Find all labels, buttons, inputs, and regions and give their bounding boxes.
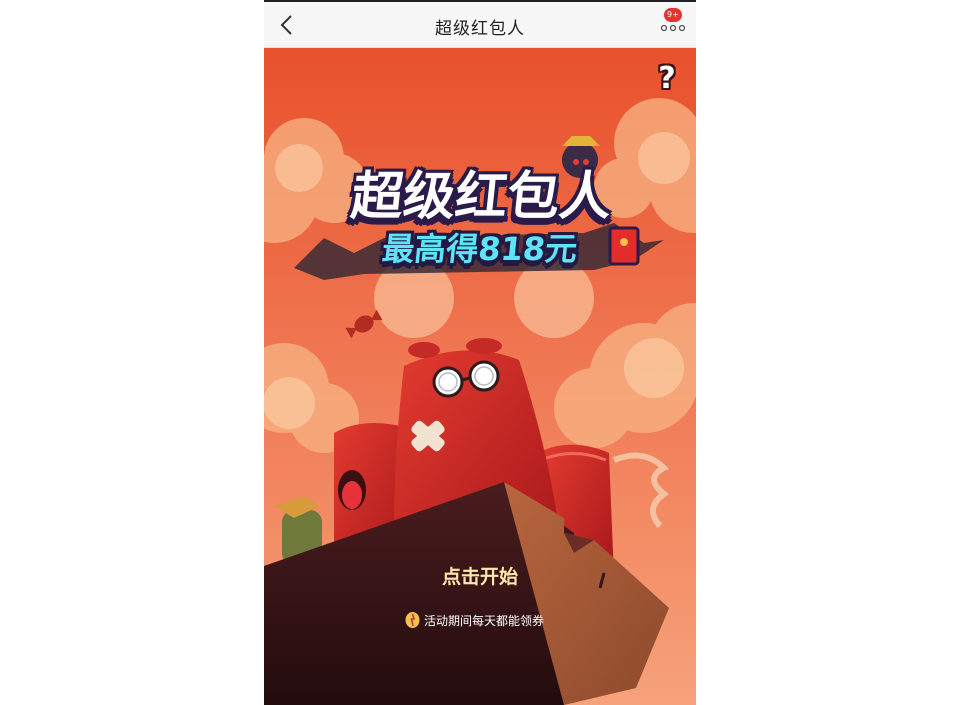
start-button[interactable]: 点击开始 (410, 560, 550, 594)
coupon-icon (405, 612, 420, 628)
notice-text: 活动期间每天都能领券 (424, 613, 545, 628)
game-background-art (264, 48, 696, 705)
nav-bar: 超级红包人 9+ (264, 2, 696, 48)
notification-badge: 9+ (664, 8, 682, 22)
game-logo-subtitle: 最高得818元 (380, 230, 580, 268)
activity-notice: 活动期间每天都能领券 (404, 610, 544, 630)
help-button[interactable]: ? (652, 62, 682, 96)
game-logo-title: 超级红包人 (348, 167, 615, 227)
game-start-screen[interactable]: ? 超级红包人 最高得818元 点击开始 活动期间每天都能领券 (264, 48, 696, 705)
more-button[interactable]: 9+ (656, 8, 690, 42)
red-envelope (608, 226, 640, 266)
page-title: 超级红包人 (435, 19, 525, 39)
phone-screen: 超级红包人 9+ ? 超级红包人 最高得818元 点击开始 活动期间每天都能领券 (264, 0, 696, 705)
more-dots-icon (660, 24, 686, 32)
